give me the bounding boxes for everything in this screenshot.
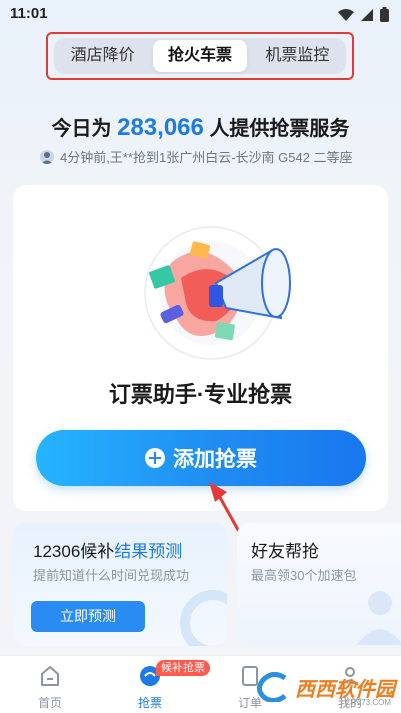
avatar: [40, 149, 54, 164]
prediction-description: 提前知道什么时间兑现成功: [33, 568, 190, 583]
watermark-subtext: CR173.COM: [345, 698, 391, 707]
prediction-title: 12306候补结果预测: [33, 537, 182, 562]
card-title: 订票助手·专业抢票: [108, 382, 293, 407]
predict-now-button[interactable]: 立即预测: [31, 601, 145, 632]
home-icon: [41, 666, 59, 686]
nav-home[interactable]: 首页: [10, 656, 90, 713]
friend-help-description: 最高领30个加速包: [251, 568, 357, 583]
battery-icon: [380, 7, 389, 22]
add-ticket-grab-label: 添加抢票: [173, 448, 257, 471]
headline-suffix: 人提供抢票服务: [209, 118, 350, 140]
recent-activity: 4分钟前,王**抢到1张广州白云-长沙南 G542 二等座: [40, 147, 353, 166]
signal-icon: [361, 8, 373, 21]
status-bar: 11:01: [0, 0, 401, 30]
tab-highlight-box: 酒店降价 抢火车票 机票监控: [46, 32, 354, 80]
booking-assistant-card: 订票助手·专业抢票 添加抢票: [13, 185, 388, 511]
prediction-title-prefix: 12306候补: [33, 542, 115, 561]
clock-decoration-icon: [180, 590, 227, 646]
headline-prefix: 今日为: [51, 118, 112, 140]
user-add-decoration-icon: [357, 591, 401, 645]
friend-help-title: 好友帮抢: [251, 542, 319, 561]
status-icons: [338, 7, 389, 22]
result-prediction-card[interactable]: 12306候补结果预测 提前知道什么时间兑现成功 立即预测: [13, 523, 227, 646]
waitlist-badge: 候补抢票: [156, 660, 210, 676]
plus-icon: [145, 448, 165, 468]
wifi-icon: [338, 8, 354, 21]
service-count: 283,066: [117, 114, 204, 141]
tab-flight-monitor[interactable]: 机票监控: [251, 40, 344, 72]
nav-grab-tickets-label: 抢票: [137, 696, 162, 710]
add-ticket-grab-button[interactable]: 添加抢票: [36, 430, 366, 486]
nav-home-label: 首页: [37, 696, 62, 710]
friend-help-card[interactable]: 好友帮抢 最高领30个加速包: [237, 523, 401, 646]
service-count-headline: 今日为 283,066 人提供抢票服务: [0, 112, 401, 142]
status-time: 11:01: [10, 5, 48, 22]
loudspeaker-illustration: [144, 226, 291, 360]
tab-train-tickets[interactable]: 抢火车票: [153, 40, 247, 72]
prediction-title-highlight: 结果预测: [114, 542, 183, 561]
tab-hotel-price-drop[interactable]: 酒店降价: [56, 40, 149, 72]
recent-activity-text: 4分钟前,王**抢到1张广州白云-长沙南 G542 二等座: [60, 150, 353, 165]
segmented-tabbar: 酒店降价 抢火车票 机票监控: [54, 38, 346, 74]
watermark-c-icon: [257, 672, 287, 702]
